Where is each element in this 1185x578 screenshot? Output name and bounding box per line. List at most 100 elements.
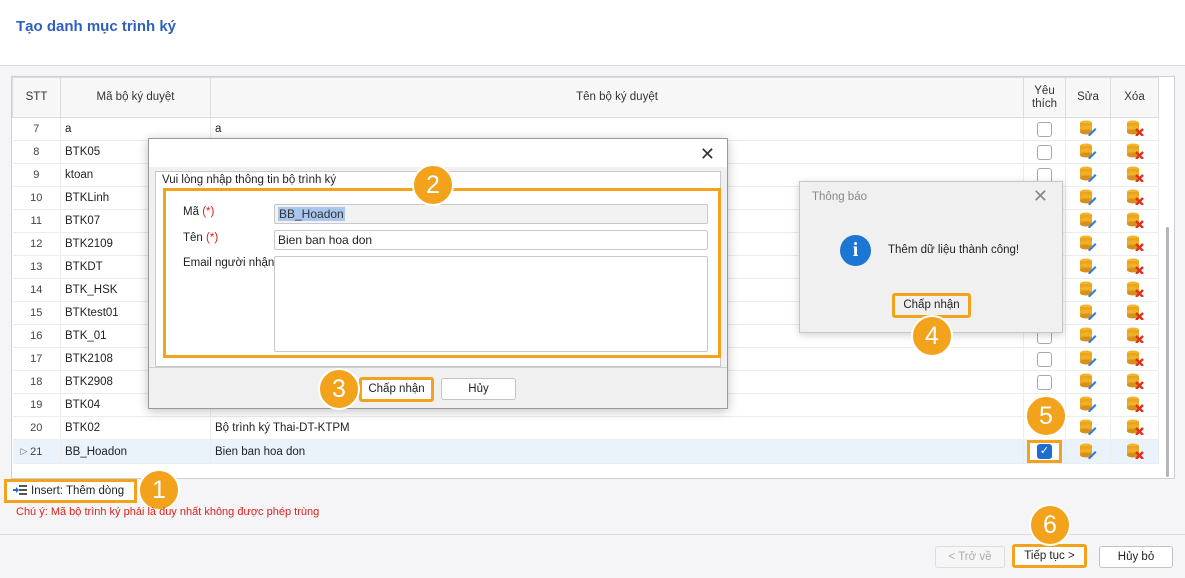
- delete-icon[interactable]: [1126, 211, 1144, 231]
- form-group-title: Vui lòng nhập thông tin bộ trình ký: [162, 174, 337, 186]
- delete-icon[interactable]: [1126, 349, 1144, 369]
- dialog-footer: Chấp nhận Hủy: [149, 367, 727, 409]
- next-button[interactable]: Tiếp tục >: [1012, 544, 1087, 568]
- row-edit: [1065, 439, 1111, 464]
- delete-icon[interactable]: [1126, 119, 1144, 139]
- row-edit: [1065, 140, 1111, 164]
- delete-icon[interactable]: [1126, 188, 1144, 208]
- row-delete: [1110, 163, 1159, 187]
- row-stt: 14: [12, 278, 61, 302]
- step-badge-5: 5: [1025, 395, 1067, 437]
- column-header-edit: Sửa: [1065, 77, 1111, 118]
- row-delete: [1110, 416, 1159, 440]
- edit-icon[interactable]: [1079, 142, 1097, 162]
- row-edit: [1065, 163, 1111, 187]
- edit-icon[interactable]: [1079, 372, 1097, 392]
- code-field-value: BB_Hoadon: [278, 207, 345, 221]
- edit-icon[interactable]: [1079, 349, 1097, 369]
- row-stt-text: 19: [30, 399, 43, 411]
- row-stt: 11: [12, 209, 61, 233]
- row-edit: [1065, 186, 1111, 210]
- dialog-cancel-button[interactable]: Hủy: [441, 378, 516, 400]
- delete-icon[interactable]: [1126, 142, 1144, 162]
- delete-icon[interactable]: [1126, 442, 1144, 462]
- email-label: Email người nhận: [183, 257, 275, 269]
- table-row[interactable]: ▷ 21 BB_Hoadon Bien ban hoa don ✓: [12, 439, 1159, 464]
- edit-icon[interactable]: [1079, 395, 1097, 415]
- edit-icon[interactable]: [1079, 418, 1097, 438]
- name-field[interactable]: Bien ban hoa don: [274, 230, 708, 250]
- edit-icon[interactable]: [1079, 119, 1097, 139]
- step-badge-6: 6: [1029, 504, 1071, 546]
- favorite-checkbox[interactable]: [1037, 351, 1052, 367]
- dialog-close-icon[interactable]: ✕: [700, 144, 715, 165]
- code-field[interactable]: BB_Hoadon: [274, 204, 708, 224]
- edit-icon[interactable]: [1079, 165, 1097, 185]
- row-delete: [1110, 255, 1159, 279]
- insert-row-button[interactable]: Insert: Thêm dòng: [4, 479, 137, 503]
- row-delete: [1110, 209, 1159, 233]
- step-badge-3: 3: [318, 368, 360, 410]
- row-edit: [1065, 347, 1111, 371]
- row-favorite: [1023, 370, 1066, 394]
- cancel-wizard-button[interactable]: Hủy bỏ: [1099, 546, 1173, 568]
- favorite-checkbox[interactable]: [1037, 144, 1052, 160]
- row-delete: [1110, 140, 1159, 164]
- row-selector-icon: ▷: [20, 445, 28, 456]
- row-stt-text: 9: [33, 169, 40, 181]
- favorite-checkbox[interactable]: [1037, 121, 1052, 137]
- edit-icon[interactable]: [1079, 303, 1097, 323]
- row-edit: [1065, 209, 1111, 233]
- row-stt: 15: [12, 301, 61, 325]
- row-favorite: ✓: [1023, 439, 1066, 464]
- delete-icon[interactable]: [1126, 257, 1144, 277]
- delete-icon[interactable]: [1126, 326, 1144, 346]
- message-close-icon[interactable]: ✕: [1033, 186, 1048, 207]
- code-label: Mã (*): [183, 206, 214, 218]
- delete-icon[interactable]: [1126, 395, 1144, 415]
- row-delete: [1110, 232, 1159, 256]
- delete-icon[interactable]: [1126, 280, 1144, 300]
- delete-icon[interactable]: [1126, 234, 1144, 254]
- message-text: Thêm dữ liệu thành công!: [888, 244, 1020, 256]
- row-stt: 16: [12, 324, 61, 348]
- dialog-ok-button[interactable]: Chấp nhận: [359, 377, 434, 402]
- back-button[interactable]: < Trở về: [935, 546, 1005, 568]
- delete-icon[interactable]: [1126, 165, 1144, 185]
- row-stt-text: 7: [33, 123, 40, 135]
- row-stt: 19: [12, 393, 61, 417]
- email-field[interactable]: [274, 256, 708, 352]
- row-name: Bộ trình ký Thai-DT-KTPM: [210, 416, 1024, 440]
- step-badge-2: 2: [412, 164, 454, 206]
- row-edit: [1065, 232, 1111, 256]
- row-delete: [1110, 186, 1159, 210]
- edit-icon[interactable]: [1079, 234, 1097, 254]
- row-stt: 7: [12, 117, 61, 141]
- row-stt: ▷ 21: [12, 439, 61, 464]
- favorite-checkbox[interactable]: ✓: [1037, 444, 1052, 459]
- row-name: Bien ban hoa don: [210, 439, 1024, 464]
- edit-icon[interactable]: [1079, 188, 1097, 208]
- edit-icon[interactable]: [1079, 442, 1097, 462]
- delete-icon[interactable]: [1126, 303, 1144, 323]
- grid-scrollbar[interactable]: [1166, 227, 1169, 477]
- code-label-text: Mã: [183, 206, 199, 218]
- favorite-highlight: ✓: [1027, 440, 1062, 463]
- row-delete: [1110, 370, 1159, 394]
- edit-icon[interactable]: [1079, 257, 1097, 277]
- row-code: BTK02: [60, 416, 211, 440]
- edit-icon[interactable]: [1079, 326, 1097, 346]
- table-row[interactable]: 20 BTK02 Bộ trình ký Thai-DT-KTPM: [12, 416, 1159, 440]
- edit-icon[interactable]: [1079, 280, 1097, 300]
- dialog-titlebar: ✕: [149, 139, 727, 167]
- row-stt: 12: [12, 232, 61, 256]
- row-delete: [1110, 324, 1159, 348]
- form-highlight-box: Mã (*) BB_Hoadon Tên (*) Bien ban hoa do…: [163, 188, 721, 358]
- delete-icon[interactable]: [1126, 372, 1144, 392]
- delete-icon[interactable]: [1126, 418, 1144, 438]
- row-stt-text: 13: [30, 261, 43, 273]
- row-stt: 8: [12, 140, 61, 164]
- edit-icon[interactable]: [1079, 211, 1097, 231]
- favorite-checkbox[interactable]: [1037, 374, 1052, 390]
- insert-row-label: Insert: Thêm dòng: [31, 485, 125, 497]
